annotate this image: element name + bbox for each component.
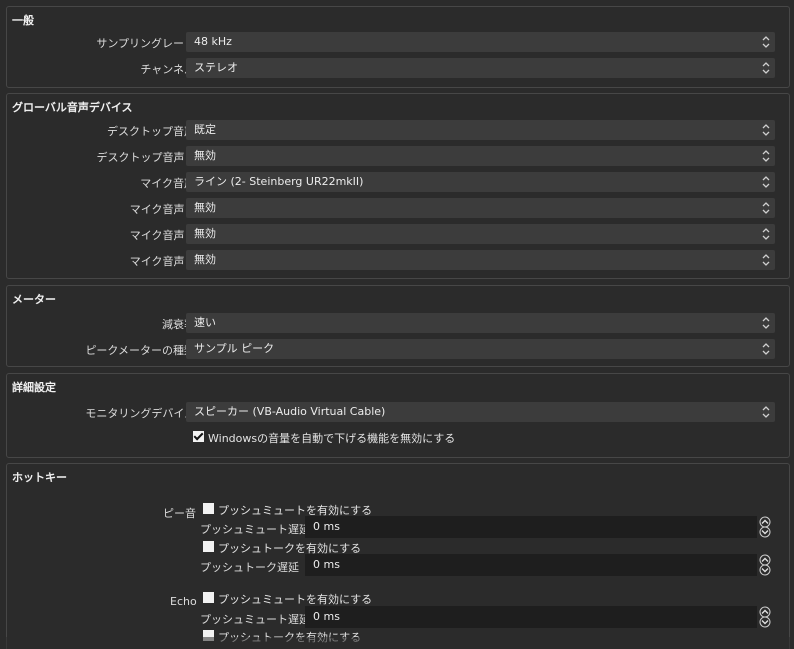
- peak-meter-type-label: ピークメーターの種類: [85, 344, 195, 357]
- push-to-talk-delay-input[interactable]: 0 ms: [305, 554, 757, 576]
- meters-title: メーター: [12, 293, 56, 306]
- mic-audio-2-combo[interactable]: 無効: [186, 198, 775, 218]
- advanced-title: 詳細設定: [12, 381, 56, 394]
- up-down-chevron-icon: [762, 202, 770, 214]
- mic-audio-combo[interactable]: ライン (2- Steinberg UR22mkII): [186, 172, 775, 192]
- mic-audio-3-combo[interactable]: 無効: [186, 224, 775, 244]
- desktop-audio-combo[interactable]: 既定: [186, 120, 775, 140]
- up-down-chevron-icon: [762, 317, 770, 329]
- spin-up-down-icon[interactable]: [757, 554, 773, 576]
- decay-rate-combo[interactable]: 速い: [186, 313, 775, 333]
- push-to-mute-label: プッシュミュートを有効にする: [218, 593, 373, 606]
- push-to-mute-delay-label: プッシュミュート遅延: [200, 613, 310, 626]
- push-to-talk-checkbox[interactable]: [203, 541, 214, 552]
- up-down-chevron-icon: [762, 406, 770, 418]
- mic-audio-4-value: 無効: [194, 253, 216, 266]
- push-to-mute-delay-value: 0 ms: [313, 610, 340, 623]
- global-audio-title: グローバル音声デバイス: [12, 101, 133, 114]
- sample-rate-value: 48 kHz: [194, 35, 232, 48]
- desktop-audio-2-label: デスクトップ音声 2: [96, 151, 196, 164]
- mic-audio-3-value: 無効: [194, 227, 216, 240]
- monitoring-device-value: スピーカー (VB-Audio Virtual Cable): [194, 405, 386, 418]
- scroll-fade: [0, 637, 794, 649]
- desktop-audio-value: 既定: [194, 123, 216, 136]
- push-to-mute-delay-value: 0 ms: [313, 520, 340, 533]
- up-down-chevron-icon: [762, 343, 770, 355]
- up-down-chevron-icon: [762, 124, 770, 136]
- push-to-mute-delay-input[interactable]: 0 ms: [305, 606, 757, 628]
- desktop-audio-2-value: 無効: [194, 149, 216, 162]
- push-to-mute-delay-label: プッシュミュート遅延: [200, 523, 310, 536]
- hotkeys-title: ホットキー: [12, 471, 67, 484]
- audio-settings-panel: 一般 サンプリングレート 48 kHz チャンネル ステレオ グローバル音声デバ…: [0, 0, 794, 649]
- up-down-chevron-icon: [762, 150, 770, 162]
- up-down-chevron-icon: [762, 228, 770, 240]
- push-to-mute-checkbox[interactable]: [203, 592, 214, 603]
- monitoring-device-combo[interactable]: スピーカー (VB-Audio Virtual Cable): [186, 402, 775, 422]
- spin-up-down-icon[interactable]: [757, 606, 773, 628]
- hotkey-source-name: ピー音: [163, 507, 196, 520]
- desktop-audio-label: デスクトップ音声: [107, 125, 195, 138]
- spin-up-down-icon[interactable]: [757, 516, 773, 538]
- disable-ducking-checkbox[interactable]: [193, 431, 204, 442]
- channels-value: ステレオ: [194, 61, 238, 74]
- up-down-chevron-icon: [762, 254, 770, 266]
- peak-meter-type-value: サンプル ピーク: [194, 342, 275, 355]
- sample-rate-label: サンプリングレート: [96, 37, 195, 50]
- decay-rate-value: 速い: [194, 316, 216, 329]
- channels-combo[interactable]: ステレオ: [186, 58, 775, 78]
- general-title: 一般: [12, 14, 34, 27]
- disable-ducking-label: Windowsの音量を自動で下げる機能を無効にする: [208, 432, 456, 445]
- peak-meter-type-combo[interactable]: サンプル ピーク: [186, 339, 775, 359]
- hotkey-source-name: Echo: [170, 595, 197, 608]
- mic-audio-4-combo[interactable]: 無効: [186, 250, 775, 270]
- push-to-mute-checkbox[interactable]: [203, 503, 214, 514]
- mic-audio-value: ライン (2- Steinberg UR22mkII): [194, 175, 364, 188]
- desktop-audio-2-combo[interactable]: 無効: [186, 146, 775, 166]
- monitoring-device-label: モニタリングデバイス: [85, 407, 195, 420]
- up-down-chevron-icon: [762, 36, 770, 48]
- sample-rate-combo[interactable]: 48 kHz: [186, 32, 775, 52]
- push-to-mute-delay-input[interactable]: 0 ms: [305, 516, 757, 538]
- push-to-talk-delay-label: プッシュトーク遅延: [200, 561, 299, 574]
- up-down-chevron-icon: [762, 176, 770, 188]
- mic-audio-2-value: 無効: [194, 201, 216, 214]
- push-to-talk-delay-value: 0 ms: [313, 558, 340, 571]
- up-down-chevron-icon: [762, 62, 770, 74]
